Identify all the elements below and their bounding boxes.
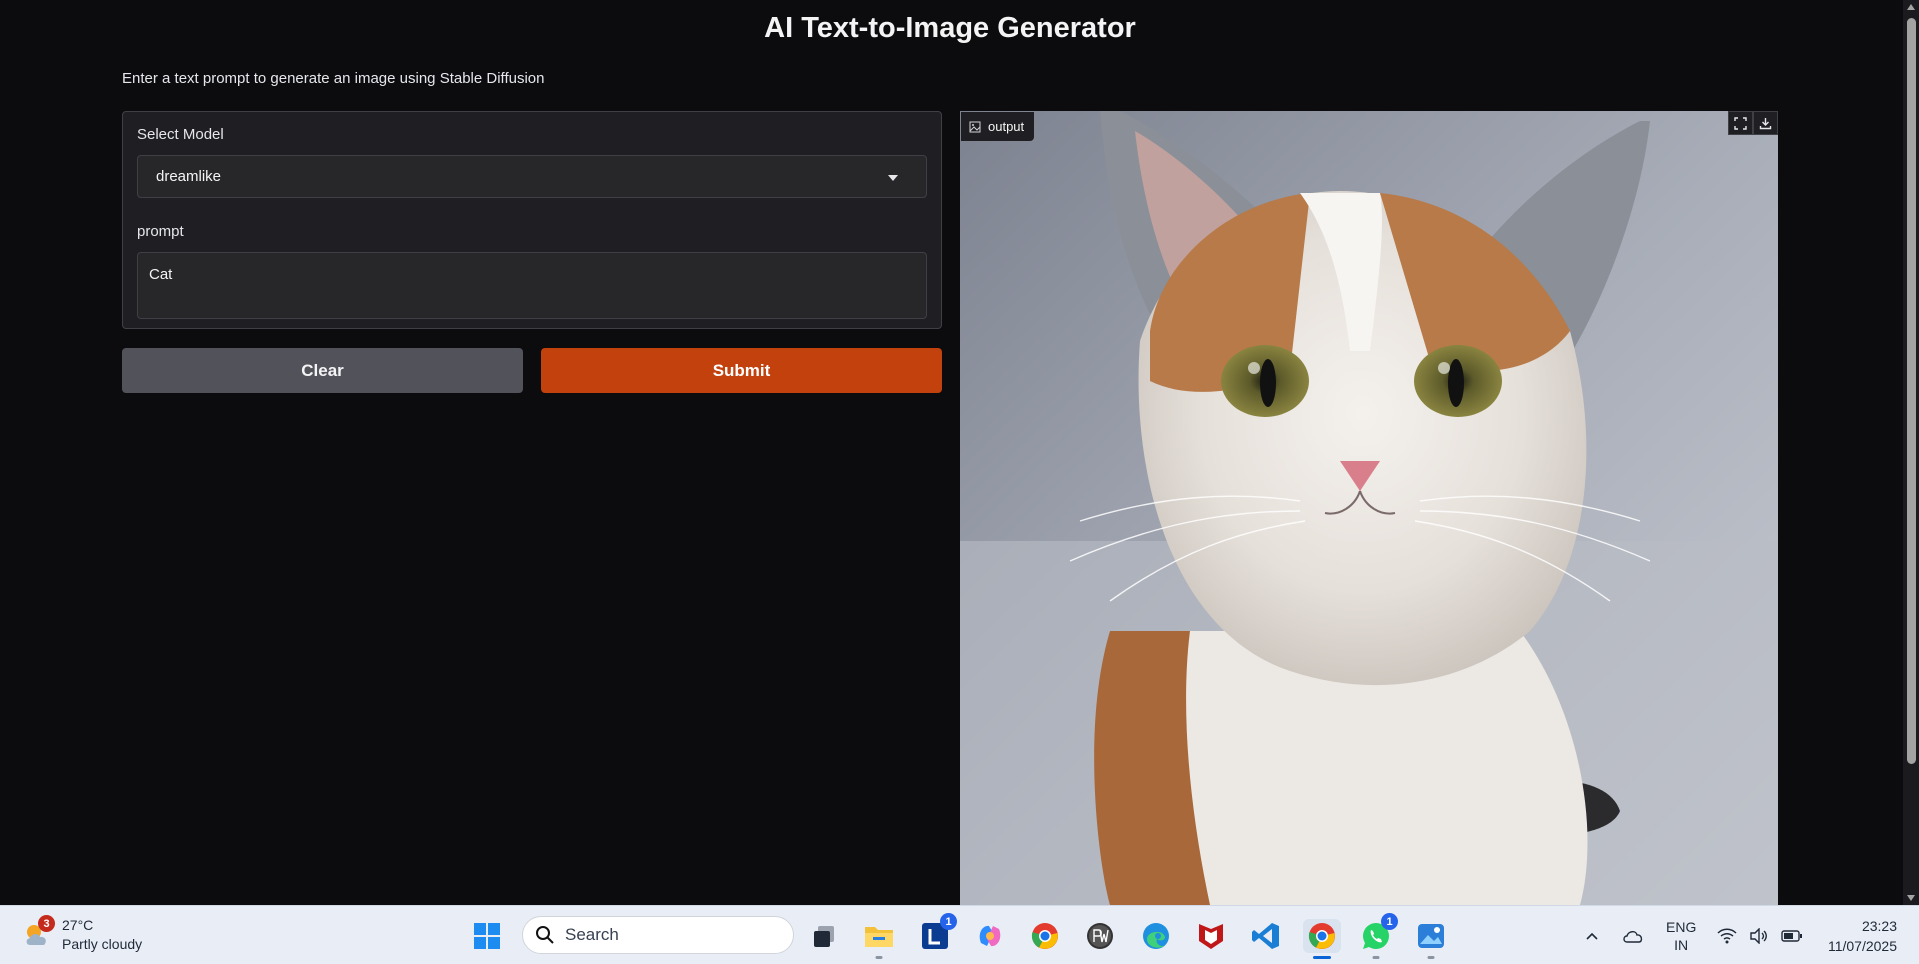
linkedin-badge: 1 <box>940 913 957 930</box>
photos-icon[interactable] <box>1414 919 1448 959</box>
volume-icon <box>1750 927 1767 944</box>
output-label: output <box>961 112 1035 141</box>
page-subtitle: Enter a text prompt to generate an image… <box>122 70 545 87</box>
scroll-down-icon[interactable] <box>1907 895 1915 901</box>
system-tray-quick-settings[interactable] <box>1717 906 1803 964</box>
start-icon[interactable] <box>470 919 504 953</box>
page-scrollbar[interactable] <box>1903 0 1919 905</box>
caret-down-icon <box>888 175 898 181</box>
whatsapp-running-indicator <box>1372 956 1380 959</box>
linkedin-learning-icon[interactable]: 1 <box>918 913 957 953</box>
chrome-active-icon[interactable] <box>1303 919 1341 959</box>
scroll-up-icon[interactable] <box>1907 4 1915 10</box>
image-icon <box>969 121 981 132</box>
prompt-label: prompt <box>137 223 184 240</box>
whatsapp-icon[interactable]: 1 <box>1359 913 1398 959</box>
output-toolbar <box>1728 111 1778 135</box>
lang-bottom: IN <box>1674 936 1689 953</box>
chrome-icon[interactable] <box>1028 919 1062 953</box>
wifi-icon <box>1717 928 1737 943</box>
input-panel: Select Model dreamlike prompt Cat <box>122 111 942 329</box>
model-label: Select Model <box>137 126 224 143</box>
file-explorer-icon[interactable] <box>862 919 896 959</box>
output-image-panel: output <box>960 111 1778 905</box>
download-icon[interactable] <box>1753 111 1778 135</box>
taskbar-clock[interactable]: 23:23 11/07/2025 <box>1828 916 1897 956</box>
show-hidden-icons-chevron-up-icon[interactable] <box>1584 906 1600 964</box>
pw-app-icon[interactable] <box>1083 919 1117 953</box>
search-placeholder: Search <box>565 925 619 944</box>
task-view-icon[interactable] <box>807 919 841 953</box>
search-icon <box>536 926 554 944</box>
scrollbar-thumb[interactable] <box>1907 18 1916 764</box>
taskbar-search[interactable]: Search <box>522 916 794 954</box>
weather-icon: 3 <box>22 915 55 951</box>
mcafee-icon[interactable] <box>1194 919 1228 953</box>
lang-top: ENG <box>1666 918 1697 935</box>
prompt-textarea-value: Cat <box>149 266 173 283</box>
prompt-textarea[interactable]: Cat <box>137 252 927 319</box>
copilot-icon[interactable] <box>973 919 1007 953</box>
windows-taskbar: 3 27°C Partly cloudy Search 1 1 ENG IN 2… <box>0 905 1919 964</box>
fullscreen-icon[interactable] <box>1728 111 1753 135</box>
language-indicator[interactable]: ENG IN <box>1666 906 1696 964</box>
edge-icon[interactable] <box>1139 919 1173 953</box>
battery-icon <box>1781 929 1802 942</box>
weather-badge: 3 <box>38 915 55 932</box>
output-label-text: output <box>988 119 1025 134</box>
weather-desc: Partly cloudy <box>62 936 143 952</box>
submit-button[interactable]: Submit <box>541 348 942 393</box>
model-dropdown[interactable]: dreamlike <box>137 155 927 198</box>
weather-widget[interactable]: 3 27°C Partly cloudy <box>22 915 143 954</box>
page-title: AI Text-to-Image Generator <box>764 12 1136 44</box>
explorer-running-indicator <box>875 956 883 959</box>
weather-temp: 27°C <box>62 917 94 933</box>
model-dropdown-value: dreamlike <box>156 168 222 185</box>
vscode-icon[interactable] <box>1249 919 1283 953</box>
clock-date: 11/07/2025 <box>1827 938 1897 954</box>
photos-running-indicator <box>1427 956 1435 959</box>
clock-time: 23:23 <box>1861 918 1897 934</box>
chrome-active-indicator <box>1313 956 1331 959</box>
gradio-app: AI Text-to-Image Generator Enter a text … <box>0 0 1903 905</box>
whatsapp-badge: 1 <box>1381 913 1398 930</box>
onedrive-cloud-icon[interactable] <box>1622 906 1644 964</box>
generated-cat-image <box>960 111 1778 905</box>
clear-button[interactable]: Clear <box>122 348 523 393</box>
